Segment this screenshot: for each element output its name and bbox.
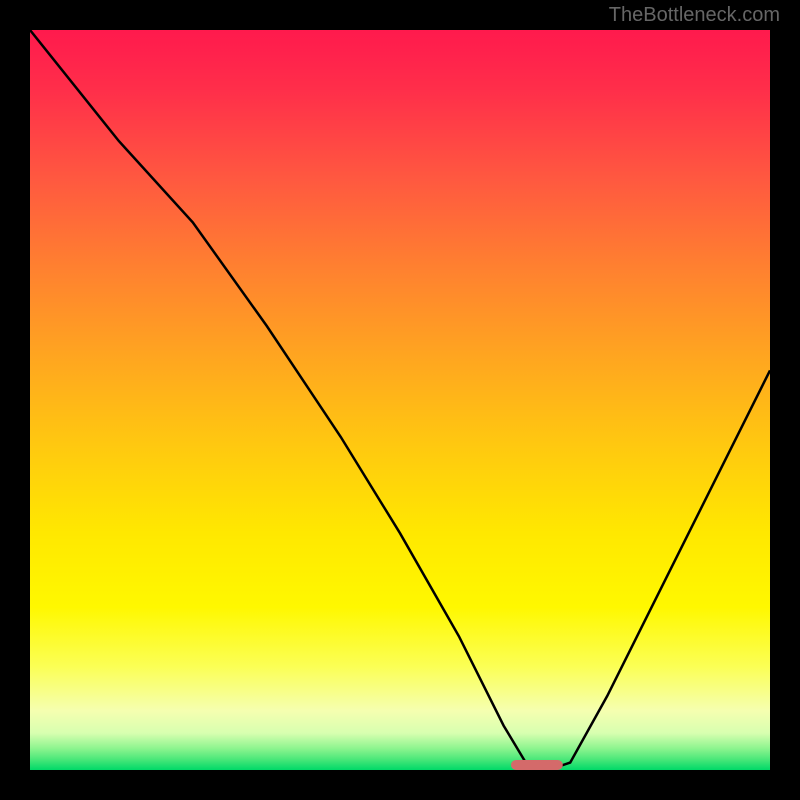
chart-gradient-background (30, 30, 770, 770)
chart-plot-area (30, 30, 770, 770)
watermark-text: TheBottleneck.com (609, 4, 780, 27)
